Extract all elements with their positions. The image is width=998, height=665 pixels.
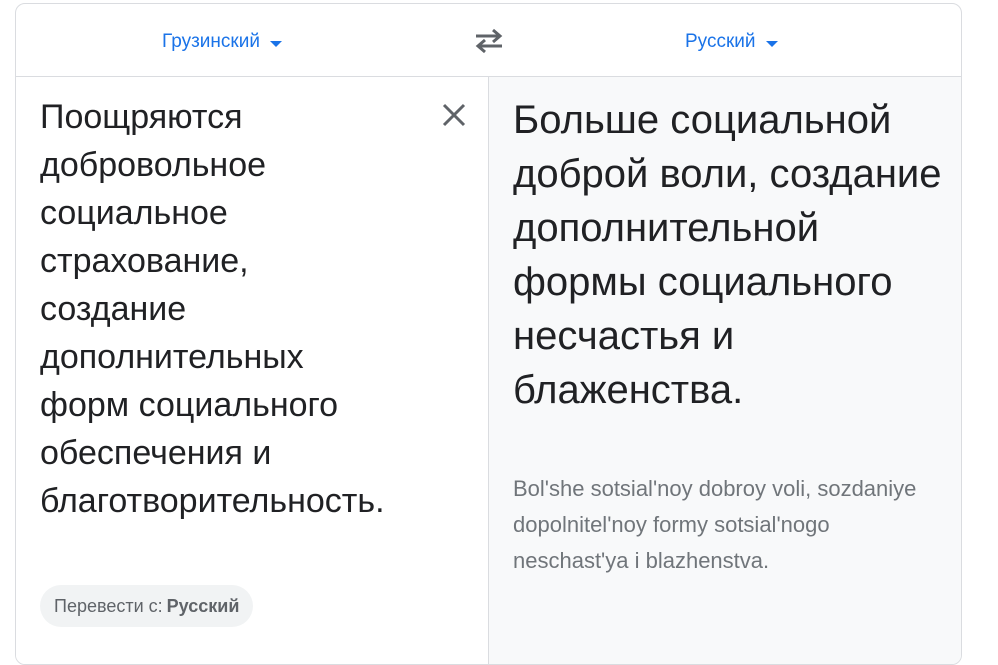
source-language-label: Грузинский [162, 31, 260, 52]
chevron-down-icon [269, 40, 282, 47]
target-language-select[interactable]: Русский [685, 30, 778, 54]
source-language-select[interactable]: Грузинский [162, 30, 282, 54]
source-panel: Поощряются добровольное социальное страх… [16, 77, 488, 664]
translation-text: Больше социальной доброй воли, создание … [513, 98, 942, 412]
detected-language-chip[interactable]: Перевести с: Русский [40, 585, 254, 627]
chevron-down-icon [765, 40, 778, 47]
close-icon [442, 103, 466, 127]
swap-languages-icon [475, 28, 503, 54]
clear-source-button[interactable] [438, 99, 470, 131]
detected-language-prefix: Перевести с: [54, 595, 163, 616]
source-text-input[interactable]: Поощряются добровольное социальное страх… [40, 93, 390, 525]
target-language-label: Русский [685, 31, 756, 52]
language-bar: Грузинский Русский [16, 4, 961, 77]
transliteration-text: Bol'she sotsial'noy dobroy voli, sozdani… [513, 476, 917, 573]
swap-languages-button[interactable] [472, 26, 506, 56]
translate-card: Грузинский Русский Поощряются добровольн… [15, 3, 962, 665]
target-panel: Больше социальной доброй воли, создание … [488, 77, 961, 664]
detected-language-name: Русский [166, 595, 240, 616]
